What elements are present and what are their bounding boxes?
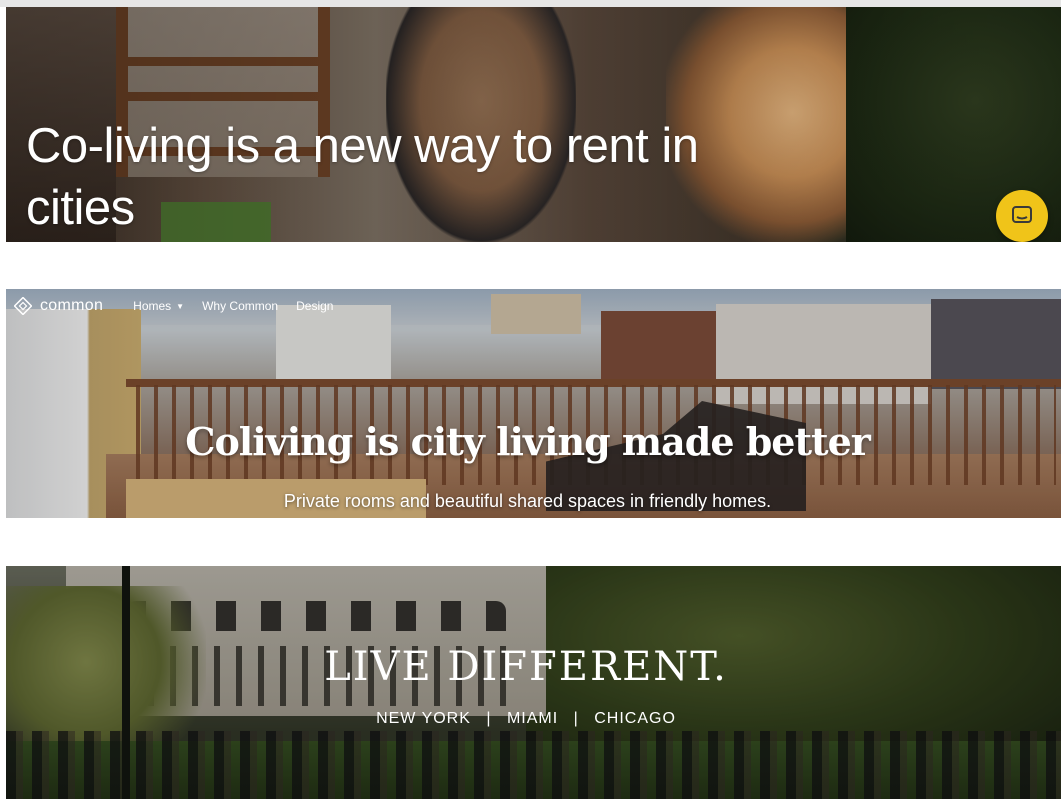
separator: | xyxy=(573,710,579,727)
chat-button[interactable] xyxy=(996,190,1048,242)
hero-subtitle: Private rooms and beautiful shared space… xyxy=(283,491,772,511)
brand-logo-text[interactable]: common xyxy=(40,297,103,315)
hero-title: LIVE DIFFERENT. xyxy=(324,644,728,690)
city-list: NEW YORK | MIAMI | CHICAGO xyxy=(6,710,1046,728)
caret-down-icon: ▼ xyxy=(176,301,185,311)
page: Co-living is a new way to rent in cities xyxy=(0,0,1061,799)
hero-title: Coliving is city living made better xyxy=(185,419,871,464)
separator: | xyxy=(486,710,492,727)
top-border xyxy=(0,0,1061,7)
hero-live-different: LIVE DIFFERENT. NEW YORK | MIAMI | CHICA… xyxy=(6,566,1061,799)
image-overlay xyxy=(6,289,1061,518)
diamond-logo-icon[interactable] xyxy=(14,297,32,315)
city-miami: MIAMI xyxy=(506,710,559,727)
chat-bubble-icon xyxy=(1012,206,1032,223)
nav-link-design[interactable]: Design xyxy=(296,299,333,313)
hero-coliving-intro: Co-living is a new way to rent in cities xyxy=(6,7,1061,242)
city-new-york: NEW YORK xyxy=(376,710,471,727)
city-chicago: CHICAGO xyxy=(594,710,676,727)
nav-link-why-common[interactable]: Why Common xyxy=(202,299,278,313)
nav-link-label: Homes xyxy=(133,299,172,313)
hero-city-living: common Homes ▼ Why Common Design Colivin… xyxy=(6,289,1061,518)
top-nav: common Homes ▼ Why Common Design xyxy=(14,293,351,319)
nav-link-homes[interactable]: Homes ▼ xyxy=(133,299,184,313)
hero-title: Co-living is a new way to rent in cities xyxy=(26,119,699,235)
